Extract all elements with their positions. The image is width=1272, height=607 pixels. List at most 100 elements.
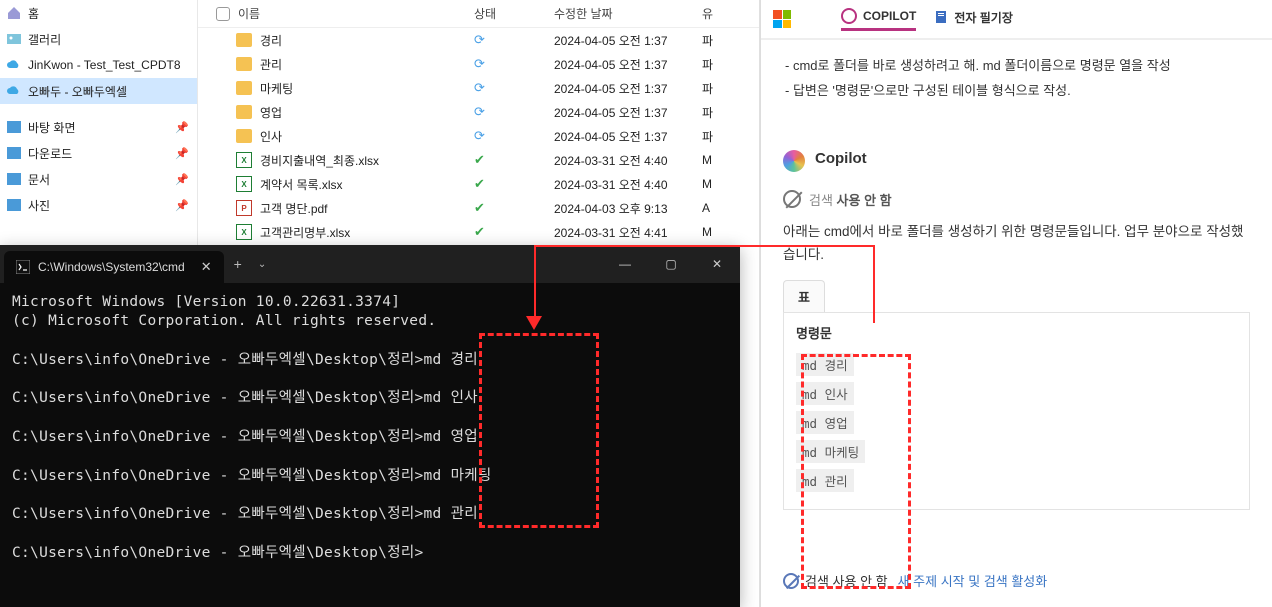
file-row[interactable]: X 계약서 목록.xlsx ✔ 2024-03-31 오전 4:40 M (198, 172, 759, 196)
file-name: 관리 (260, 56, 282, 73)
nav-label: 문서 (28, 171, 50, 188)
nav-item[interactable]: 다운로드 📌 (0, 140, 197, 166)
pin-icon: 📌 (175, 199, 189, 212)
synced-icon: ✔ (474, 176, 485, 191)
excel-icon: X (236, 176, 252, 192)
file-row[interactable]: 영업 ⟳ 2024-04-05 오전 1:37 파 (198, 100, 759, 124)
select-all-checkbox[interactable] (216, 7, 230, 21)
col-state: 상태 (474, 5, 554, 22)
file-name: 경리 (260, 32, 282, 49)
user-prompt-line: - cmd로 폴더를 바로 생성하려고 해. md 폴더이름으로 명령문 열을 … (783, 56, 1250, 77)
file-row[interactable]: 경리 ⟳ 2024-04-05 오전 1:37 파 (198, 28, 759, 52)
folder-icon (236, 33, 252, 47)
tab-title: C:\Windows\System32\cmd (38, 260, 185, 274)
command-code[interactable]: md 마케팅 (796, 440, 865, 463)
file-type: 파 (702, 32, 732, 49)
file-date: 2024-04-05 오전 1:37 (554, 56, 702, 73)
sync-icon: ⟳ (474, 32, 485, 47)
copilot-body: - cmd로 폴더를 바로 생성하려고 해. md 폴더이름으로 명령문 열을 … (761, 40, 1272, 600)
blue-icon (6, 197, 22, 213)
file-date: 2024-03-31 오전 4:40 (554, 152, 702, 169)
home-icon (6, 5, 22, 21)
nav-item[interactable]: 오빠두 - 오빠두엑셀 (0, 78, 197, 104)
file-name: 계약서 목록.xlsx (260, 176, 343, 193)
file-name: 영업 (260, 104, 282, 121)
file-row[interactable]: P고객 명단.pdf ✔ 2024-04-03 오후 9:13 A (198, 196, 759, 220)
new-topic-link[interactable]: 새 주제 시작 및 검색 활성화 (898, 571, 1048, 590)
copilot-panel: COPILOT 전자 필기장 - cmd로 폴더를 바로 생성하려고 해. md… (760, 0, 1272, 607)
excel-icon: X (236, 152, 252, 168)
file-name: 인사 (260, 128, 282, 145)
terminal-window: C:\Windows\System32\cmd ✕ + ⌄ — ▢ ✕ Micr… (0, 245, 740, 607)
new-tab-button[interactable]: + (224, 256, 252, 272)
pin-icon: 📌 (175, 121, 189, 134)
pin-icon: 📌 (175, 173, 189, 186)
synced-icon: ✔ (474, 152, 485, 167)
sync-icon: ⟳ (474, 104, 485, 119)
file-type: M (702, 225, 732, 239)
folder-icon (236, 57, 252, 71)
nav-item[interactable]: 바탕 화면 📌 (0, 114, 197, 140)
nav-item[interactable]: 사진 📌 (0, 192, 197, 218)
file-date: 2024-03-31 오전 4:40 (554, 176, 702, 193)
tab-dropdown-icon[interactable]: ⌄ (252, 259, 272, 270)
file-type: 파 (702, 56, 732, 73)
copilot-name: Copilot (815, 150, 867, 172)
file-row[interactable]: X고객관리명부.xlsx ✔ 2024-03-31 오전 4:41 M (198, 220, 759, 244)
answer-table-section: 표 명령문 md 경리md 인사md 영업md 마케팅md 관리 (783, 280, 1250, 510)
command-code[interactable]: md 관리 (796, 469, 854, 492)
file-date: 2024-04-05 오전 1:37 (554, 104, 702, 121)
search-disabled-footer: 검색 사용 안 함 (783, 571, 888, 590)
copilot-footer: 검색 사용 안 함 새 주제 시작 및 검색 활성화 (783, 571, 1047, 590)
synced-icon: ✔ (474, 200, 485, 215)
cloud-icon (6, 57, 22, 73)
copilot-answer: 아래는 cmd에서 바로 폴더를 생성하기 위한 명령문들입니다. 업무 분야으… (783, 221, 1250, 267)
table-tab-label[interactable]: 표 (783, 280, 825, 312)
file-date: 2024-04-05 오전 1:37 (554, 80, 702, 97)
file-row[interactable]: 관리 ⟳ 2024-04-05 오전 1:37 파 (198, 52, 759, 76)
sync-icon: ⟳ (474, 128, 485, 143)
copilot-tab[interactable]: COPILOT (841, 8, 916, 31)
column-headers[interactable]: 이름 상태 수정한 날짜 유 (198, 0, 759, 28)
nav-label: 바탕 화면 (28, 119, 76, 136)
window-controls: — ▢ ✕ (602, 245, 740, 283)
command-code[interactable]: md 영업 (796, 411, 854, 434)
close-button[interactable]: ✕ (694, 245, 740, 283)
nav-item[interactable]: 문서 📌 (0, 166, 197, 192)
folder-icon (236, 81, 252, 95)
command-code[interactable]: md 경리 (796, 353, 854, 376)
sync-icon: ⟳ (474, 56, 485, 71)
nav-label: 다운로드 (28, 145, 72, 162)
blue-icon (6, 171, 22, 187)
nav-item[interactable]: 갤러리 (0, 26, 197, 52)
close-tab-icon[interactable]: ✕ (201, 259, 212, 275)
maximize-button[interactable]: ▢ (648, 245, 694, 283)
sync-icon: ⟳ (474, 80, 485, 95)
copilot-header: COPILOT 전자 필기장 (761, 0, 1272, 40)
folder-icon (236, 129, 252, 143)
notebook-tab[interactable]: 전자 필기장 (934, 9, 1013, 30)
nav-item[interactable]: JinKwon - Test_Test_CPDT8 (0, 52, 197, 78)
user-prompt-line: - 답변은 '명령문'으로만 구성된 테이블 형식으로 작성. (783, 81, 1250, 102)
file-row[interactable]: X경비지출내역_최종.xlsx ✔ 2024-03-31 오전 4:40 M (198, 148, 759, 172)
file-row[interactable]: 인사 ⟳ 2024-04-05 오전 1:37 파 (198, 124, 759, 148)
terminal-body[interactable]: Microsoft Windows [Version 10.0.22631.33… (0, 283, 740, 573)
folder-icon (236, 105, 252, 119)
disabled-icon (783, 190, 801, 208)
col-name: 이름 (238, 5, 260, 22)
file-date: 2024-04-03 오후 9:13 (554, 200, 702, 217)
command-code[interactable]: md 인사 (796, 382, 854, 405)
file-name: 경비지출내역_최종.xlsx (260, 152, 379, 169)
nav-label: 갤러리 (28, 31, 61, 48)
file-type: M (702, 177, 732, 191)
file-type: A (702, 201, 732, 215)
answer-table: 명령문 md 경리md 인사md 영업md 마케팅md 관리 (783, 312, 1250, 510)
file-row[interactable]: 마케팅 ⟳ 2024-04-05 오전 1:37 파 (198, 76, 759, 100)
nav-item[interactable]: 홈 (0, 0, 197, 26)
search-meta-text: 검색 사용 안 함 (809, 190, 892, 209)
excel-icon: X (236, 224, 252, 240)
globe-disabled-icon (783, 573, 799, 589)
minimize-button[interactable]: — (602, 245, 648, 283)
file-type: 파 (702, 80, 732, 97)
terminal-tab[interactable]: C:\Windows\System32\cmd ✕ (4, 251, 224, 283)
